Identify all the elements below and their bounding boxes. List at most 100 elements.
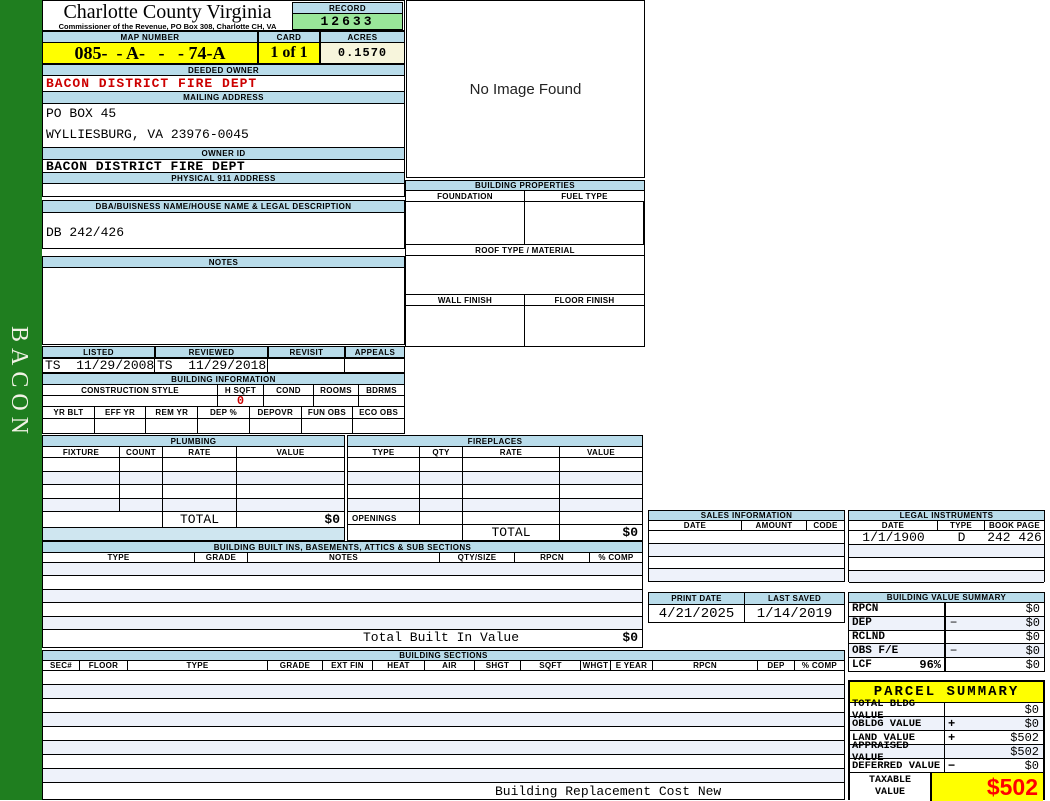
summary-value-cell: $0 (944, 603, 1044, 616)
column-header: FLOOR (80, 661, 128, 670)
table-row (849, 558, 1044, 571)
table-row (649, 531, 844, 544)
column-header: SQFT (521, 661, 581, 670)
column-header: TYPE (348, 447, 420, 457)
table-row (43, 563, 642, 576)
table-cell (560, 472, 642, 485)
table-row (43, 590, 642, 603)
table-row (43, 485, 344, 499)
h-sqft-value: 0 (218, 396, 264, 406)
deeded-owner-value: BACON DISTRICT FIRE DEPT (42, 75, 405, 92)
table-cell (348, 525, 463, 540)
rooms-value (314, 396, 359, 406)
print-save-values: 4/21/2025 1/14/2019 (649, 605, 844, 622)
cond-value (264, 396, 314, 406)
column-header: COND (264, 385, 314, 395)
appeals-value (345, 359, 404, 372)
label-text: RCLND (852, 631, 885, 643)
listed-value: TS 11/29/2008 (43, 359, 155, 372)
reviewed-label: REVIEWED (155, 346, 268, 358)
built-ins-total-row: Total Built In Value $0 (43, 630, 642, 646)
column-header: CODE (807, 521, 844, 530)
table-row (649, 557, 844, 570)
parcel-value: $502 (1010, 731, 1039, 745)
table-row (649, 544, 844, 557)
construction-style-value (43, 396, 218, 406)
acres-value: 0.1570 (320, 42, 405, 64)
mailing-address-value: PO BOX 45 WYLLIESBURG, VA 23976-0045 (42, 103, 405, 148)
map-number-value: 085- - A- - - 74-A (42, 42, 258, 64)
column-header: REM YR (146, 407, 198, 418)
wall-floor-headers: WALL FINISH FLOOR FINISH (406, 295, 644, 306)
column-header: COUNT (120, 447, 163, 457)
parcel-row: DEFERRED VALUE −$0 (850, 759, 1043, 773)
summary-value: $0 (1026, 602, 1040, 616)
instrument-date: 1/1/1900 (849, 531, 938, 544)
building-information-values2 (43, 419, 404, 433)
column-header: AIR (425, 661, 475, 670)
plumbing-footer-strip (42, 528, 345, 541)
summary-row: DEP −$0 (849, 617, 1044, 631)
parcel-value: $0 (1025, 759, 1039, 773)
taxable-value-label: TAXABLE VALUE (850, 773, 932, 801)
sales-information-table: SALES INFORMATION DATE AMOUNT CODE (648, 510, 845, 582)
table-row (849, 545, 1044, 558)
fireplaces-total-value: $0 (560, 525, 642, 540)
parcel-label: DEFERRED VALUE (850, 759, 945, 772)
table-row (348, 485, 642, 499)
review-values-row: TS 11/29/2008 TS 11/29/2018 (42, 358, 405, 373)
table-cell (463, 485, 560, 498)
building-properties-block: BUILDING PROPERTIES FOUNDATION FUEL TYPE… (405, 180, 645, 347)
table-cell (560, 458, 642, 471)
table-cell (348, 472, 420, 485)
built-ins-title: BUILDING BUILT INS, BASEMENTS, ATTICS & … (42, 541, 643, 553)
column-header: EFF YR (95, 407, 147, 418)
fireplaces-total-row: TOTAL $0 (348, 525, 642, 540)
last-saved-label: LAST SAVED (745, 593, 844, 604)
table-row (43, 472, 344, 486)
floor-finish-value (525, 306, 644, 347)
print-save-headers: PRINT DATE LAST SAVED (649, 593, 844, 605)
table-cell (463, 472, 560, 485)
column-header: SEC# (43, 661, 80, 670)
column-header: DATE (849, 521, 938, 530)
table-cell (463, 458, 560, 471)
table-row (43, 769, 844, 783)
column-header: TYPE (938, 521, 985, 530)
column-header: SHGT (475, 661, 521, 670)
column-header: ROOMS (314, 385, 359, 395)
table-row (849, 571, 1044, 584)
roof-type-value (406, 256, 644, 295)
column-header: CONSTRUCTION STYLE (43, 385, 218, 395)
operator: + (948, 731, 955, 745)
parcel-value-cell: $502 (945, 745, 1043, 758)
building-information-headers1: CONSTRUCTION STYLE H SQFT COND ROOMS BDR… (43, 385, 404, 396)
label-text: LCF (852, 659, 872, 671)
plumbing-total-row: TOTAL $0 (43, 512, 344, 527)
table-row (43, 458, 344, 472)
column-header: % COMP (795, 661, 844, 670)
openings-label: OPENINGS (348, 512, 420, 524)
legal-instruments-title: LEGAL INSTRUMENTS (848, 510, 1045, 521)
summary-row: LCF96% $0 (849, 658, 1044, 672)
operator: + (948, 717, 955, 731)
table-cell (560, 499, 642, 512)
table-cell (237, 458, 344, 471)
table-row (43, 741, 844, 755)
table-cell (163, 485, 237, 498)
plumbing-total-value: $0 (237, 512, 344, 527)
plumbing-table: PLUMBING FIXTURE COUNT RATE VALUE TOTAL … (42, 435, 345, 528)
built-ins-table: BUILDING BUILT INS, BASEMENTS, ATTICS & … (42, 541, 643, 648)
parcel-summary: PARCEL SUMMARY TOTAL BLDG VALUE $0 OBLDG… (848, 680, 1045, 800)
revisit-value (268, 359, 345, 372)
column-header: % COMP (590, 553, 642, 562)
parcel-row: TOTAL BLDG VALUE $0 (850, 703, 1043, 717)
foundation-value (406, 202, 525, 244)
label-text: OBS F/E (852, 645, 898, 657)
column-header: VALUE (237, 447, 344, 457)
table-cell (120, 499, 163, 512)
parcel-row: APPRAISED VALUE $502 (850, 745, 1043, 759)
table-cell (302, 419, 354, 433)
table-cell (420, 458, 463, 471)
print-date-value: 4/21/2025 (649, 605, 745, 622)
